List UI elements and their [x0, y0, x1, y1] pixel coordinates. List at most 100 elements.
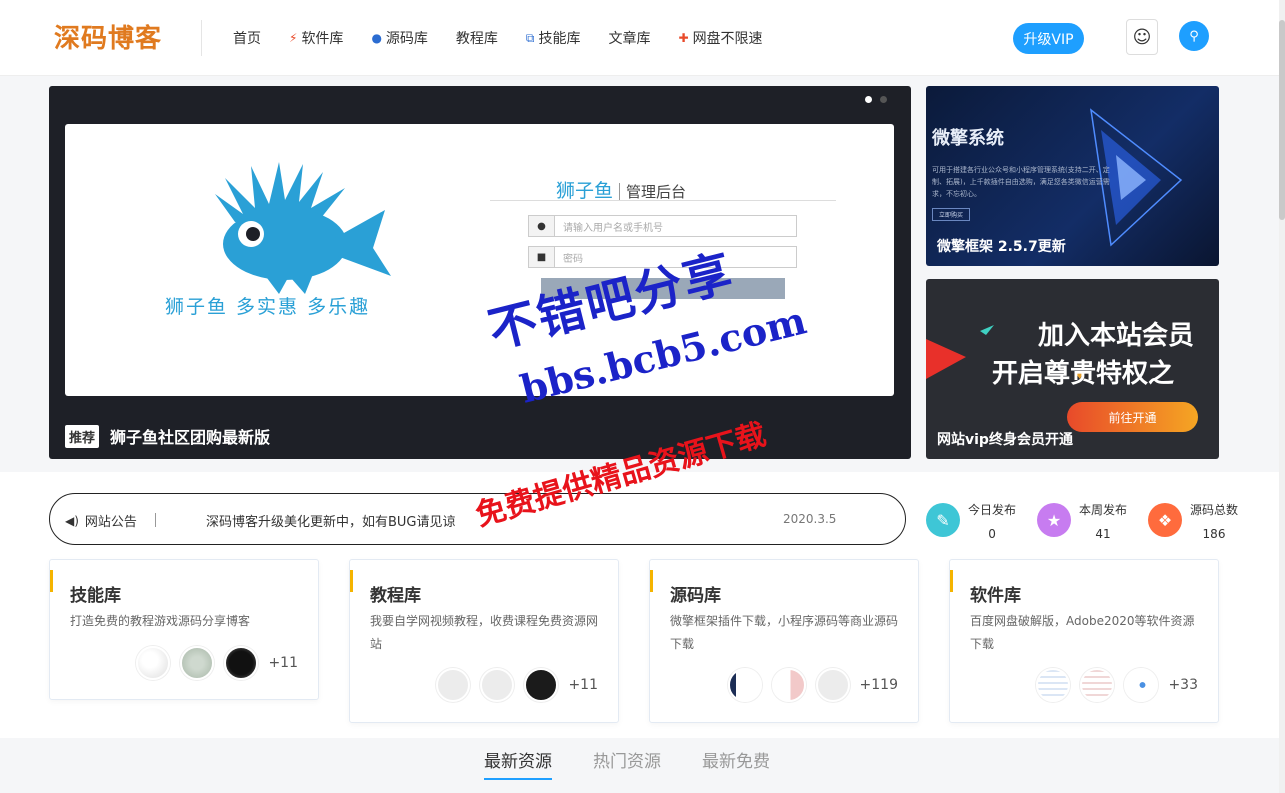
thumbnail[interactable] — [480, 668, 515, 702]
sitemap-icon: ⧉ — [525, 30, 535, 45]
side-card-title: 微擎框架 2.5.7更新 — [937, 239, 1066, 255]
stat-value: 0 — [988, 527, 996, 541]
avatar[interactable]: ☺ — [1126, 19, 1158, 55]
weiqing-heading: 微擎系统 — [932, 128, 1004, 149]
slide-title[interactable]: 狮子鱼社区团购最新版 — [110, 424, 270, 448]
notice-text[interactable]: 深码博客升级美化更新中，如有BUG请见谅 — [206, 511, 456, 530]
category-desc: 微擎框架插件下载，小程序源码等商业源码下载 — [670, 614, 899, 651]
thumbnail[interactable] — [1036, 668, 1071, 702]
stat-total: ❖ 源码总数 186 — [1148, 501, 1238, 541]
category-title: 技能库 — [70, 586, 121, 606]
slider-dot[interactable] — [865, 96, 872, 103]
pencil-icon: ✎ — [926, 503, 960, 537]
user-icon: ● — [529, 216, 555, 236]
stat-value: 186 — [1202, 527, 1226, 541]
category-card-software[interactable]: 软件库 百度网盘破解版，Adobe2020等软件资源下载 +33 — [949, 559, 1219, 723]
stat-label: 源码总数 — [1190, 503, 1239, 517]
password-placeholder: 密码 — [563, 253, 583, 265]
open-vip-button[interactable]: 前往开通 — [1067, 402, 1198, 432]
nav-label: 技能库 — [538, 31, 581, 47]
slider-dots — [865, 96, 887, 103]
thumbnail[interactable] — [180, 646, 215, 680]
category-title: 软件库 — [970, 586, 1021, 606]
nav-item-home[interactable]: 首页 — [233, 28, 261, 48]
login-subtitle: 管理后台 — [619, 183, 687, 201]
lock-icon: ■ — [529, 247, 555, 267]
hero-slider[interactable]: 狮子鱼 多实惠 多乐趣 狮子鱼 管理后台 ● 请输入用户名或手机号 ■ 密码 推荐 狮… — [49, 86, 911, 459]
site-logo[interactable]: 深码博客 — [54, 18, 162, 55]
nav-label: 软件库 — [301, 31, 344, 47]
header-divider — [201, 20, 202, 56]
stat-label: 今日发布 — [968, 503, 1017, 517]
slide-image: 狮子鱼 多实惠 多乐趣 狮子鱼 管理后台 ● 请输入用户名或手机号 ■ 密码 — [65, 124, 894, 396]
nav-label: 文章库 — [608, 31, 651, 47]
category-desc: 我要自学网视频教程，收费课程免费资源网站 — [370, 614, 599, 651]
nav-item-netdisk[interactable]: ✚ 网盘不限速 — [679, 28, 763, 48]
tab-latest[interactable]: 最新资源 — [484, 747, 552, 780]
category-card-skills[interactable]: 技能库 打造免费的教程游戏源码分享博客 +11 — [49, 559, 319, 700]
category-title: 教程库 — [370, 586, 421, 606]
search-icon: ⚲ — [1189, 28, 1199, 44]
category-thumbs: +11 — [426, 668, 598, 702]
more-count: +11 — [568, 677, 598, 693]
nav-label: 教程库 — [455, 31, 498, 47]
site-header: 深码博客 首页 ⚡ 软件库 ● 源码库 教程库 ⧉ 技能库 文章库 ✚ 网盘不限速 升级… — [0, 0, 1285, 76]
thumbnail[interactable] — [524, 668, 559, 702]
star-icon: ★ — [1037, 503, 1071, 537]
globe-icon: ● — [371, 31, 382, 45]
thumbnail[interactable] — [136, 646, 171, 680]
side-card-weiqing[interactable]: 微擎系统 可用于搭建各行业公众号和小程序管理系统(支持二开、定制、拓展)，上千款… — [926, 86, 1219, 266]
nav-item-articles[interactable]: 文章库 — [609, 28, 651, 48]
main-nav: 首页 ⚡ 软件库 ● 源码库 教程库 ⧉ 技能库 文章库 ✚ 网盘不限速 — [233, 28, 791, 48]
fish-slogan: 狮子鱼 多实惠 多乐趣 — [165, 296, 371, 318]
tab-popular[interactable]: 热门资源 — [593, 747, 661, 780]
login-brand: 狮子鱼 — [556, 180, 614, 202]
username-field: ● 请输入用户名或手机号 — [528, 215, 797, 237]
nav-item-tutorial[interactable]: 教程库 — [456, 28, 498, 48]
thumbnail[interactable] — [771, 668, 806, 702]
nav-item-source[interactable]: ● 源码库 — [371, 28, 427, 48]
notice-divider — [155, 513, 156, 527]
notice-label: ◀) 网站公告 — [65, 511, 137, 531]
speaker-icon: ◀) — [65, 513, 79, 528]
tab-free[interactable]: 最新免费 — [702, 747, 770, 780]
slider-dot[interactable] — [880, 96, 887, 103]
category-card-tutorial[interactable]: 教程库 我要自学网视频教程，收费课程免费资源网站 +11 — [349, 559, 619, 723]
layers-icon: ❖ — [1148, 503, 1182, 537]
nav-label: 网盘不限速 — [692, 31, 763, 47]
search-button[interactable]: ⚲ — [1179, 21, 1209, 51]
category-card-source[interactable]: 源码库 微擎框架插件下载，小程序源码等商业源码下载 +119 — [649, 559, 919, 723]
nav-item-software[interactable]: ⚡ 软件库 — [289, 28, 343, 48]
thumbnail[interactable] — [1124, 668, 1159, 702]
recommend-tag: 推荐 — [65, 425, 100, 448]
category-thumbs: +11 — [126, 646, 298, 680]
nav-label: 源码库 — [385, 31, 428, 47]
upgrade-vip-button[interactable]: 升级VIP — [1013, 23, 1084, 54]
stat-value: 41 — [1095, 527, 1111, 541]
login-divider — [490, 200, 836, 201]
category-desc: 打造免费的教程游戏源码分享博客 — [70, 614, 251, 628]
more-count: +11 — [268, 655, 298, 671]
side-card-vip[interactable]: 加入本站会员 开启尊贵特权之 前往开通 网站vip终身会员开通 — [926, 279, 1219, 459]
page-scrollbar[interactable] — [1279, 0, 1285, 793]
thumbnail[interactable] — [815, 668, 850, 702]
thumbnail[interactable] — [224, 646, 259, 680]
weiqing-desc: 可用于搭建各行业公众号和小程序管理系统(支持二开、定制、拓展)，上千款插件自由选… — [932, 166, 1110, 198]
stat-today: ✎ 今日发布 0 — [926, 501, 1016, 541]
fish-illustration — [215, 162, 391, 294]
notice-date: 2020.3.5 — [783, 512, 837, 526]
stat-week: ★ 本周发布 41 — [1037, 501, 1127, 541]
thumbnail[interactable] — [436, 668, 471, 702]
weiqing-buy-button: 立即购买 — [932, 208, 970, 221]
category-thumbs: +119 — [718, 668, 898, 702]
thumbnail[interactable] — [1080, 668, 1115, 702]
vip-headline-2: 开启尊贵特权之 — [992, 359, 1175, 389]
scrollbar-thumb[interactable] — [1279, 20, 1285, 220]
login-title: 狮子鱼 管理后台 — [556, 176, 687, 203]
resource-tabs: 最新资源 热门资源 最新免费 — [484, 747, 811, 780]
nav-item-skills[interactable]: ⧉ 技能库 — [526, 28, 581, 48]
vip-headline-1: 加入本站会员 — [1038, 321, 1195, 351]
thumbnail[interactable] — [727, 668, 762, 702]
stat-label: 本周发布 — [1079, 503, 1128, 517]
category-thumbs: +33 — [1026, 668, 1198, 702]
